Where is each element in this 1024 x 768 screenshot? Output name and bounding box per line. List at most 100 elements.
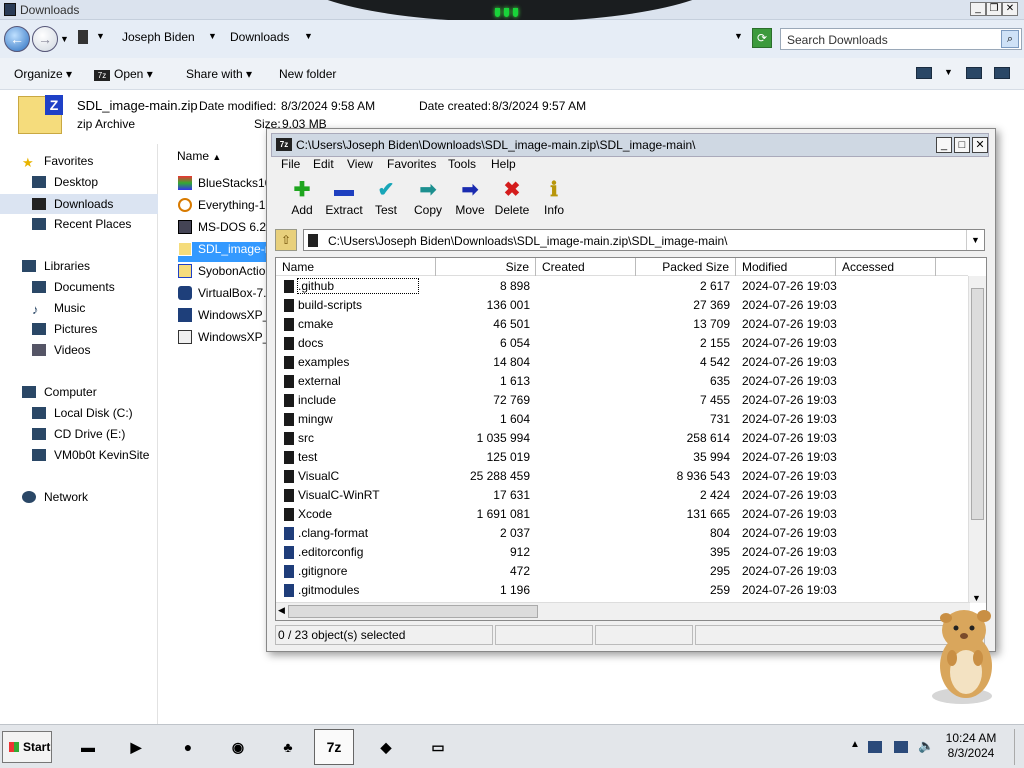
list-item[interactable]: BlueStacks10 (178, 176, 270, 196)
chevron-down-icon[interactable]: ▼ (304, 31, 313, 41)
recent-pages-arrow-icon[interactable]: ▼ (60, 34, 69, 44)
people-app-taskbar-button[interactable]: ♣ (268, 729, 308, 765)
col-size[interactable]: Size (436, 258, 536, 276)
new-folder-button[interactable]: New folder (279, 67, 336, 81)
display-app-taskbar-button[interactable]: ▭ (418, 729, 458, 765)
chevron-down-icon[interactable]: ▼ (208, 31, 217, 41)
nav-downloads[interactable]: Downloads (0, 194, 158, 214)
table-row[interactable]: .gitignore 472 295 2024-07-26 19:03 (276, 562, 968, 581)
nav-libraries[interactable]: Libraries (22, 259, 90, 279)
col-packed-size[interactable]: Packed Size (636, 258, 736, 276)
col-created[interactable]: Created (536, 258, 636, 276)
table-row[interactable]: src 1 035 994 258 614 2024-07-26 19:03 (276, 429, 968, 448)
list-item[interactable]: SDL_image-r (178, 242, 270, 262)
nav-recent-places[interactable]: Recent Places (32, 217, 131, 237)
terminal-app-taskbar-button[interactable]: ▬ (68, 729, 108, 765)
scroll-thumb[interactable] (971, 288, 984, 520)
nav-favorites[interactable]: ★ Favorites (22, 154, 93, 174)
clock[interactable]: 10:24 AM 8/3/2024 (942, 731, 1000, 761)
close-button[interactable]: ✕ (1002, 2, 1018, 16)
scroll-thumb[interactable] (288, 605, 538, 618)
7zip-maximize-button[interactable]: □ (954, 137, 970, 153)
search-input[interactable]: Search Downloads ⌕ (780, 28, 1022, 50)
menu-file[interactable]: File (281, 157, 300, 171)
display-tray-icon[interactable] (894, 741, 908, 753)
globe-app-taskbar-button[interactable]: ● (168, 729, 208, 765)
nav-cd-drive[interactable]: CD Drive (E:) (32, 427, 125, 447)
table-row[interactable]: VisualC 25 288 459 8 936 543 2024-07-26 19:… (276, 467, 968, 486)
table-row[interactable]: test 125 019 35 994 2024-07-26 19:03 (276, 448, 968, 467)
menu-view[interactable]: View (347, 157, 373, 171)
breadcrumb[interactable]: ▼ Joseph Biden ▼ Downloads ▼ ▼ (76, 28, 776, 50)
7zip-app-taskbar-button[interactable]: 7z (314, 729, 354, 765)
menu-tools[interactable]: Tools (448, 157, 476, 171)
nav-music[interactable]: ♪ Music (32, 301, 85, 321)
network-tray-icon[interactable] (868, 741, 882, 753)
volume-icon[interactable]: 🔈 (918, 738, 934, 753)
nav-desktop[interactable]: Desktop (32, 175, 98, 195)
chevron-down-icon[interactable]: ▼ (96, 31, 105, 41)
path-combobox[interactable]: C:\Users\Joseph Biden\Downloads\SDL_imag… (303, 229, 985, 251)
nav-documents[interactable]: Documents (32, 280, 115, 300)
minimize-button[interactable]: _ (970, 2, 986, 16)
table-row[interactable]: mingw 1 604 731 2024-07-26 19:03 (276, 410, 968, 429)
table-row[interactable]: cmake 46 501 13 709 2024-07-26 19:03 (276, 315, 968, 334)
address-history-arrow-icon[interactable]: ▼ (734, 31, 743, 41)
table-row[interactable]: include 72 769 7 455 2024-07-26 19:03 (276, 391, 968, 410)
virtualbox-app-taskbar-button[interactable]: ◆ (366, 729, 406, 765)
list-item[interactable]: Everything-1 (178, 198, 270, 218)
col-modified[interactable]: Modified (736, 258, 836, 276)
horizontal-scrollbar[interactable]: ◀ (276, 602, 970, 620)
7zip-close-button[interactable]: ✕ (972, 137, 988, 153)
col-accessed[interactable]: Accessed (836, 258, 936, 276)
table-row[interactable]: docs 6 054 2 155 2024-07-26 19:03 (276, 334, 968, 353)
vertical-scrollbar[interactable]: ▼ (968, 276, 986, 603)
menu-favorites[interactable]: Favorites (387, 157, 436, 171)
media-player-app-taskbar-button[interactable]: ▶ (116, 729, 156, 765)
table-row[interactable]: .clang-format 2 037 804 2024-07-26 19:03 (276, 524, 968, 543)
show-desktop-button[interactable] (1014, 729, 1022, 765)
maximize-button[interactable]: ❐ (986, 2, 1002, 16)
nav-computer[interactable]: Computer (22, 385, 97, 405)
firefox-app-taskbar-button[interactable]: ◉ (218, 729, 258, 765)
refresh-button[interactable]: ⟳ (752, 28, 772, 48)
folder-up-button[interactable]: ⇧ (275, 229, 297, 251)
forward-button[interactable]: → (32, 26, 58, 52)
hamster-desktop-pet[interactable] (922, 604, 1006, 708)
info-button[interactable]: ℹ Info (529, 177, 579, 223)
breadcrumb-downloads[interactable]: Downloads (230, 30, 289, 44)
name-column-header[interactable]: Name ▲ (177, 149, 221, 163)
table-row[interactable]: .gitmodules 1 196 259 2024-07-26 19:03 (276, 581, 968, 600)
menu-edit[interactable]: Edit (313, 157, 334, 171)
nav-network[interactable]: Network (22, 490, 88, 510)
list-item[interactable]: SyobonActio (178, 264, 270, 284)
nav-network-share[interactable]: VM0b0t KevinSite (32, 448, 149, 468)
scroll-down-icon[interactable]: ▼ (972, 593, 981, 603)
scroll-left-icon[interactable]: ◀ (278, 605, 285, 616)
table-row[interactable]: .editorconfig 912 395 2024-07-26 19:03 (276, 543, 968, 562)
organize-button[interactable]: Organize ▾ (14, 67, 72, 81)
nav-pictures[interactable]: Pictures (32, 322, 97, 342)
breadcrumb-user[interactable]: Joseph Biden (122, 30, 195, 44)
help-icon[interactable] (994, 67, 1010, 79)
nav-local-disk[interactable]: Local Disk (C:) (32, 406, 133, 426)
view-options-arrow-icon[interactable]: ▼ (944, 67, 953, 77)
nav-videos[interactable]: Videos (32, 343, 90, 363)
list-item[interactable]: MS-DOS 6.22 (178, 220, 270, 240)
list-item[interactable]: WindowsXP_ (178, 330, 270, 350)
start-button[interactable]: Start (2, 731, 52, 763)
open-button[interactable]: 7z Open ▾ (94, 67, 153, 81)
preview-pane-icon[interactable] (966, 67, 982, 79)
7zip-minimize-button[interactable]: _ (936, 137, 952, 153)
table-row[interactable]: examples 14 804 4 542 2024-07-26 19:03 (276, 353, 968, 372)
list-item[interactable]: VirtualBox-7. (178, 286, 270, 306)
show-hidden-icons-icon[interactable]: ▲ (850, 739, 860, 750)
explorer-titlebar[interactable]: Downloads _ ❐ ✕ (0, 0, 1024, 22)
table-row[interactable]: .github 8 898 2 617 2024-07-26 19:03 (276, 277, 968, 296)
list-item[interactable]: WindowsXP_ (178, 308, 270, 328)
table-row[interactable]: Xcode 1 691 081 131 665 2024-07-26 19:03 (276, 505, 968, 524)
change-view-icon[interactable] (916, 67, 932, 79)
table-row[interactable]: VisualC-WinRT 17 631 2 424 2024-07-26 19:03 (276, 486, 968, 505)
menu-help[interactable]: Help (491, 157, 516, 171)
col-name[interactable]: Name (276, 258, 436, 276)
